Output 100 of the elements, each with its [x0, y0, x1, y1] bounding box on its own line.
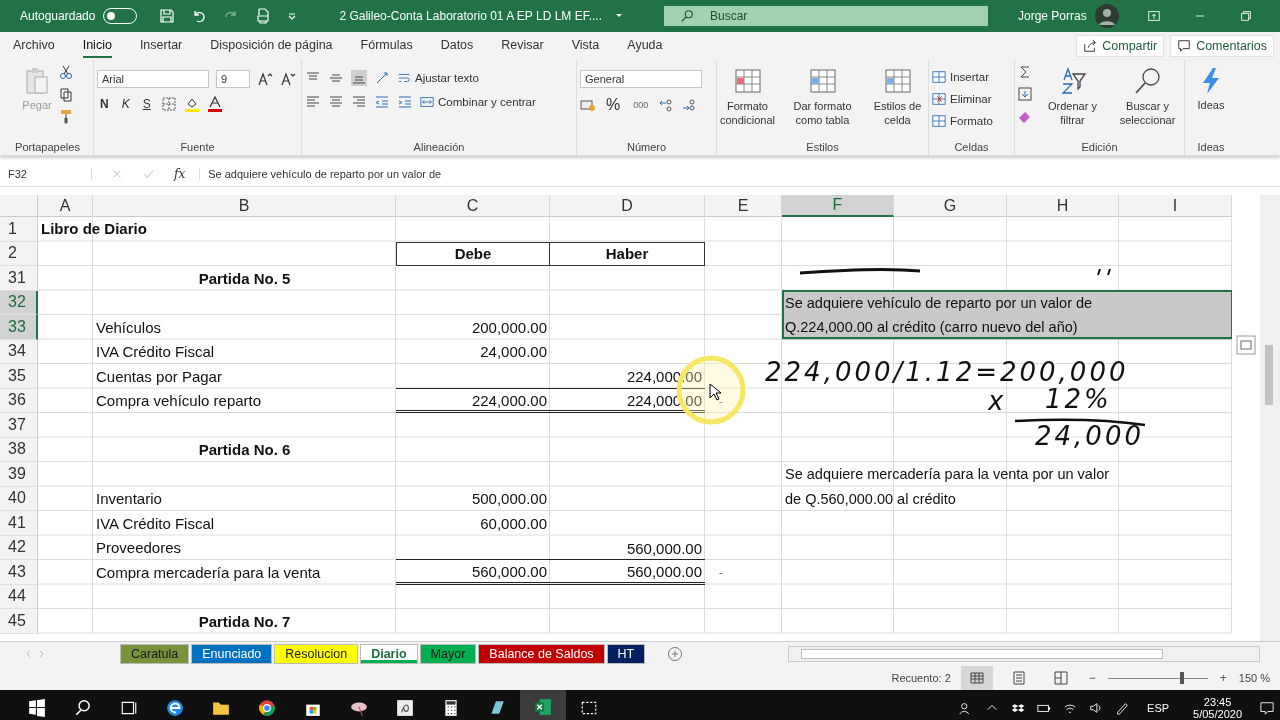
- user-name[interactable]: Jorge Porras: [1018, 9, 1087, 23]
- thousands-button[interactable]: 000: [630, 100, 652, 110]
- language-indicator[interactable]: ESP: [1147, 702, 1170, 714]
- menu-tab[interactable]: Archivo: [13, 34, 55, 58]
- insert-function-button[interactable]: fx: [174, 167, 186, 181]
- cells-button[interactable]: Insertar: [932, 70, 989, 84]
- column-header[interactable]: I: [1119, 195, 1232, 217]
- row-header[interactable]: 37: [0, 413, 38, 438]
- table-cell[interactable]: Vehículos: [93, 315, 396, 340]
- column-header[interactable]: G: [894, 195, 1007, 217]
- wrap-text-button[interactable]: Ajustar texto: [397, 71, 479, 85]
- styles-button[interactable]: Formato condicional: [712, 64, 783, 129]
- styles-button[interactable]: Dar formato como tabla: [787, 64, 858, 129]
- table-cell[interactable]: Partida No. 5: [93, 266, 396, 291]
- italic-button[interactable]: K: [118, 97, 133, 111]
- note-text: Se adquiere mercadería para la venta por un valor: [785, 465, 1110, 484]
- table-cell[interactable]: IVA Crédito Fiscal: [93, 511, 396, 536]
- menu-tab[interactable]: Revisar: [501, 34, 544, 58]
- row-header[interactable]: 42: [0, 535, 38, 560]
- group-label: Estilos: [805, 141, 840, 153]
- share-button[interactable]: Compartir: [1076, 35, 1165, 57]
- cells-button[interactable]: Eliminar: [932, 92, 992, 106]
- search-field[interactable]: Buscar: [664, 6, 988, 26]
- table-cell[interactable]: Cuentas por Pagar: [93, 364, 396, 389]
- percent-button[interactable]: %: [603, 96, 624, 114]
- table-cell[interactable]: -: [705, 560, 782, 585]
- table-cell[interactable]: 560,000.00: [550, 560, 705, 585]
- ideas-button[interactable]: Ideas: [1195, 64, 1227, 113]
- sheet-tab[interactable]: Diario: [360, 644, 418, 664]
- row-header[interactable]: 44: [0, 584, 38, 609]
- table-cell[interactable]: 60,000.00: [396, 511, 550, 536]
- row-header[interactable]: 1: [0, 217, 38, 242]
- row-header[interactable]: 45: [0, 609, 38, 634]
- editing-button[interactable]: Ordenar y filtrar: [1037, 64, 1108, 129]
- row-header[interactable]: 41: [0, 511, 38, 536]
- row-header[interactable]: 34: [0, 339, 38, 364]
- sheet-tab[interactable]: HT: [606, 644, 646, 664]
- number-format-field[interactable]: General: [580, 70, 702, 88]
- menu-tab[interactable]: Disposición de página: [210, 34, 333, 58]
- editing-button[interactable]: Buscar y seleccionar: [1112, 64, 1183, 129]
- column-header[interactable]: F: [782, 195, 894, 217]
- menu-tab[interactable]: Datos: [440, 34, 474, 58]
- clock-time[interactable]: 23:45: [1203, 696, 1232, 708]
- table-cell[interactable]: Compra vehículo reparto: [93, 388, 396, 413]
- row-header[interactable]: 31: [0, 266, 38, 291]
- menu-tab[interactable]: Inicio: [82, 34, 112, 58]
- table-cell[interactable]: Haber: [550, 241, 705, 266]
- table-cell[interactable]: Proveedores: [93, 535, 396, 560]
- group-label: Fuente: [179, 141, 216, 153]
- column-header[interactable]: B: [93, 195, 396, 217]
- clock-date[interactable]: 5/05/2020: [1193, 708, 1242, 720]
- bold-button[interactable]: N: [97, 97, 112, 111]
- zoom-level[interactable]: 150 %: [1238, 672, 1270, 684]
- menu-tab[interactable]: Vista: [571, 34, 600, 58]
- row-header[interactable]: 35: [0, 364, 38, 389]
- document-title[interactable]: 2 Galileo-Conta Laboratorio 01 A EP LD LM EF....: [339, 9, 602, 23]
- menu-tab[interactable]: Ayuda: [627, 34, 663, 58]
- cells-button[interactable]: Formato: [932, 114, 993, 128]
- row-header[interactable]: 38: [0, 437, 38, 462]
- row-header[interactable]: 2: [0, 241, 38, 266]
- menu-tab[interactable]: Insertar: [139, 34, 183, 58]
- name-box[interactable]: F32: [0, 168, 92, 180]
- table-cell[interactable]: 560,000.00: [396, 560, 550, 585]
- row-header[interactable]: 32: [0, 290, 38, 315]
- underline-button[interactable]: S: [139, 97, 154, 111]
- comments-button[interactable]: Comentarios: [1170, 35, 1274, 57]
- table-cell[interactable]: 500,000.00: [396, 486, 550, 511]
- table-cell[interactable]: 224,000.00: [396, 388, 550, 413]
- column-header[interactable]: A: [38, 195, 93, 217]
- table-cell[interactable]: Inventario: [93, 486, 396, 511]
- table-cell[interactable]: 24,000.00: [396, 339, 550, 364]
- sheet-tab[interactable]: Caratula: [120, 644, 190, 664]
- zoom-in-button[interactable]: +: [1217, 671, 1229, 685]
- table-cell[interactable]: Partida No. 6: [93, 437, 396, 462]
- table-cell[interactable]: Debe: [396, 241, 550, 266]
- row-header[interactable]: 40: [0, 486, 38, 511]
- row-header[interactable]: 33: [0, 315, 38, 340]
- row-header[interactable]: 43: [0, 560, 38, 585]
- row-header[interactable]: 39: [0, 462, 38, 487]
- column-header[interactable]: D: [550, 195, 705, 217]
- table-cell[interactable]: IVA Crédito Fiscal: [93, 339, 396, 364]
- menu-tab[interactable]: Fórmulas: [360, 34, 413, 58]
- table-cell[interactable]: 200,000.00: [396, 315, 550, 340]
- merge-center-button[interactable]: Combinar y centrar: [420, 95, 536, 109]
- table-cell[interactable]: Compra mercadería para la venta: [93, 560, 396, 585]
- zoom-out-button[interactable]: −: [1086, 671, 1098, 685]
- font-name-field[interactable]: Arial: [97, 70, 209, 88]
- column-header[interactable]: H: [1007, 195, 1119, 217]
- styles-button[interactable]: Estilos de celda: [862, 64, 933, 129]
- row-header[interactable]: 36: [0, 388, 38, 413]
- font-size-field[interactable]: 9: [216, 70, 250, 88]
- sheet-tab[interactable]: Mayor: [419, 644, 477, 664]
- column-header[interactable]: E: [705, 195, 782, 217]
- table-cell[interactable]: 560,000.00: [550, 535, 705, 560]
- sheet-tab[interactable]: Resolucion: [274, 644, 359, 664]
- sheet-tab[interactable]: Enunciado: [191, 644, 273, 664]
- sheet-tab[interactable]: Balance de Saldos: [478, 644, 605, 664]
- column-header[interactable]: C: [396, 195, 550, 217]
- table-cell[interactable]: Partida No. 7: [93, 609, 396, 634]
- formula-field[interactable]: Se adquiere vehículo de reparto por un valor de: [199, 168, 1280, 180]
